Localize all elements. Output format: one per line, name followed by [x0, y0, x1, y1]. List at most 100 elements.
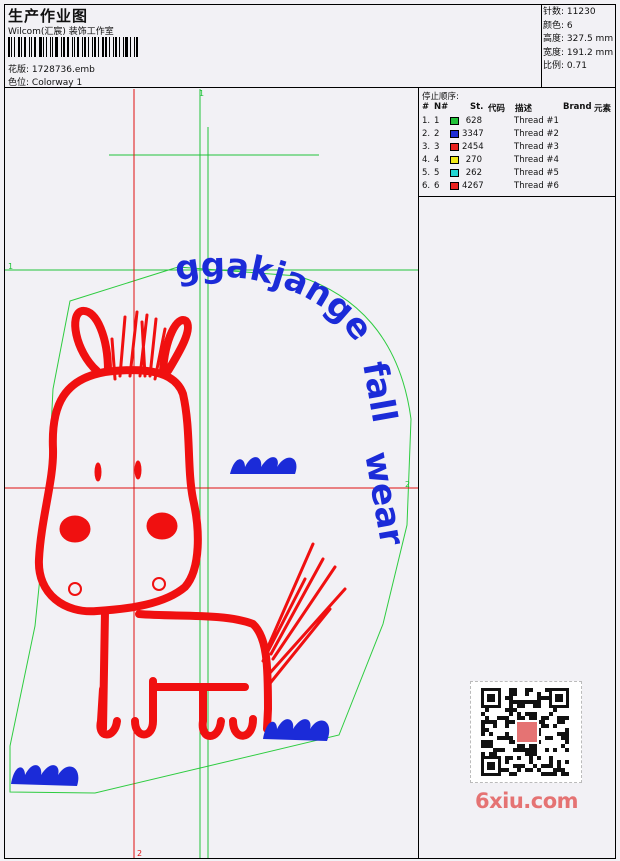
barcode-bar: [97, 37, 99, 57]
qr-module: [481, 744, 485, 748]
qr-finder-inner: [487, 762, 495, 770]
qr-module: [521, 764, 525, 768]
qr-module: [493, 724, 497, 728]
design-text-line1: ggakjange: [172, 245, 380, 348]
thread-stitches: 628: [465, 116, 482, 126]
colorway-label: 色位:: [8, 78, 30, 88]
thread-row: 4. 4 270 Thread #4: [420, 155, 615, 168]
grass-tuft-right: [263, 719, 330, 741]
qr-module: [501, 748, 505, 752]
qr-module: [509, 736, 513, 740]
barcode-bar: [34, 37, 36, 57]
thread-description: Thread #4: [514, 155, 559, 165]
thread-row: 1. 1 628 Thread #1: [420, 116, 615, 129]
col-description: 描述: [515, 104, 533, 114]
qr-module: [493, 748, 497, 752]
barcode-bar: [49, 37, 52, 57]
thread-description: Thread #3: [514, 142, 559, 152]
qr-module: [529, 748, 533, 752]
thread-needle: 5: [434, 168, 440, 178]
qr-module: [501, 736, 505, 740]
qr-module: [525, 700, 529, 704]
qr-module: [561, 772, 565, 776]
qr-code: [470, 681, 582, 783]
colors-value: 6: [566, 20, 573, 31]
qr-module: [513, 748, 517, 752]
barcode-bar: [55, 37, 59, 57]
qr-module: [565, 760, 569, 764]
center-lines: [5, 89, 418, 858]
colorway-value: Colorway 1: [31, 78, 83, 88]
qr-finder-inner: [487, 694, 495, 702]
qr-module: [505, 696, 509, 700]
canvas-divider: [418, 88, 419, 859]
thread-row: 5. 5 262 Thread #5: [420, 168, 615, 181]
qr-module: [529, 688, 533, 692]
thread-needle: 4: [434, 155, 440, 165]
qr-module: [529, 768, 533, 772]
barcode-bar: [113, 37, 115, 57]
qr-module: [541, 696, 545, 700]
thread-panel-title: 停止顺序:: [422, 92, 459, 102]
thread-description: Thread #2: [514, 129, 559, 139]
scale-label: 比例:: [543, 61, 565, 72]
width-label: 宽度:: [543, 47, 565, 58]
qr-module: [505, 732, 509, 736]
thread-row: 2. 2 3347 Thread #2: [420, 129, 615, 142]
qr-module: [565, 716, 569, 720]
barcode-bar: [84, 37, 87, 57]
qr-module: [565, 736, 569, 740]
donkey-right-cheek: [146, 512, 178, 540]
qr-module: [517, 764, 521, 768]
thread-color-swatch: [450, 130, 459, 138]
qr-module: [509, 712, 513, 716]
qr-module: [513, 692, 517, 696]
barcode-bar: [88, 37, 89, 57]
qr-module: [489, 740, 493, 744]
qr-module: [493, 720, 497, 724]
qr-module: [537, 768, 541, 772]
qr-module: [557, 720, 561, 724]
col-stitches: St.: [470, 102, 484, 112]
qr-module: [521, 704, 525, 708]
qr-module: [517, 700, 521, 704]
donkey-left-nostril: [68, 582, 82, 596]
qr-module: [525, 752, 529, 756]
qr-module: [509, 708, 513, 712]
qr-module: [557, 716, 561, 720]
qr-module: [505, 716, 509, 720]
barcode-bar: [42, 37, 44, 57]
qr-module: [561, 736, 565, 740]
barcode-bar: [8, 37, 10, 57]
thread-color-swatch: [450, 143, 459, 151]
qr-module: [521, 700, 525, 704]
qr-module: [517, 712, 521, 716]
qr-module: [493, 752, 497, 756]
qr-module: [505, 720, 509, 724]
qr-module: [545, 748, 549, 752]
qr-module: [553, 708, 557, 712]
barcode-bar: [13, 37, 15, 57]
qr-module: [521, 744, 525, 748]
donkey-face-details: [59, 460, 178, 596]
colorway: 色位: Colorway 1: [8, 75, 82, 88]
donkey-right-eye: [134, 460, 142, 480]
stitches-label: 针数:: [543, 7, 565, 17]
qr-module: [561, 716, 565, 720]
qr-module: [517, 704, 521, 708]
qr-module: [525, 748, 529, 752]
stitches-value: 11230: [566, 7, 596, 17]
qr-module: [505, 756, 509, 760]
qr-module: [565, 740, 569, 744]
guide-lines: [5, 89, 418, 858]
barcode: [8, 37, 140, 57]
donkey-right-ear: [159, 316, 192, 375]
barcode-bar: [93, 37, 96, 57]
qr-module: [565, 732, 569, 736]
thread-color-swatch: [450, 169, 459, 177]
qr-module: [485, 708, 489, 712]
thread-panel-divider: [418, 196, 616, 197]
qr-module: [481, 728, 485, 732]
col-code: 代码: [488, 104, 506, 114]
qr-module: [545, 772, 549, 776]
